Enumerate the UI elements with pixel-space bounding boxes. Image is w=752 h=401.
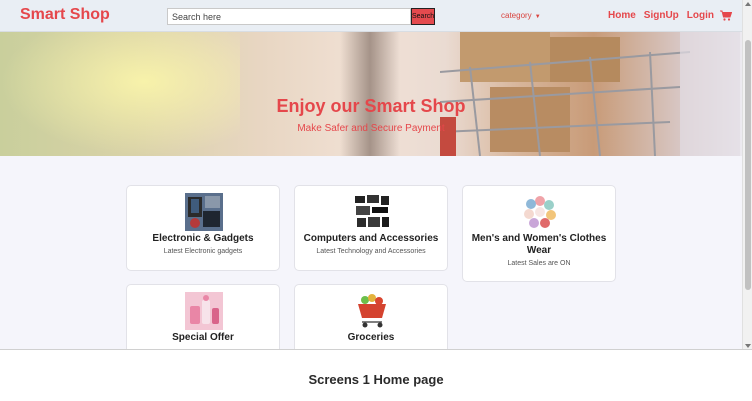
card-title: Men's and Women's Clothes Wear	[471, 233, 607, 256]
category-card-clothes[interactable]: Men's and Women's Clothes Wear Latest Sa…	[462, 185, 616, 282]
brand-logo[interactable]: Smart Shop	[20, 6, 110, 24]
category-dropdown[interactable]: category ▼	[501, 11, 541, 20]
category-card-special-offer[interactable]: Special Offer	[126, 284, 280, 349]
hero-title: Enjoy our Smart Shop	[276, 96, 466, 116]
navbar: Smart Shop Search category▼ Home SignUp Lo…	[0, 0, 742, 32]
hero-subtitle: Make Safer and Secure Payment	[297, 123, 445, 134]
clothes-image	[521, 193, 559, 231]
shopping-cart-photo	[440, 32, 740, 156]
search-button[interactable]: Search	[411, 8, 435, 25]
card-subtitle: Latest Technology and Accessories	[316, 248, 426, 255]
nav-home-link[interactable]: Home	[608, 10, 636, 21]
cart-icon[interactable]	[720, 10, 732, 21]
card-title: Special Offer	[172, 332, 234, 343]
computers-image	[353, 193, 391, 231]
category-label: category	[501, 11, 532, 20]
card-subtitle: Latest Sales are ON	[507, 260, 571, 267]
hero-shadow	[340, 32, 400, 156]
special-offer-image	[185, 292, 223, 330]
nav-login-link[interactable]: Login	[687, 10, 714, 21]
vertical-scrollbar[interactable]	[742, 0, 752, 349]
card-subtitle: Latest Electronic gadgets	[163, 248, 243, 255]
caret-down-icon: ▼	[534, 14, 541, 20]
card-title: Computers and Accessories	[303, 233, 439, 244]
electronics-image	[185, 193, 223, 231]
browser-viewport: Smart Shop Search category▼ Home SignUp Lo…	[0, 0, 752, 350]
category-card-computers[interactable]: Computers and Accessories Latest Technol…	[294, 185, 448, 271]
scrollbar-thumb[interactable]	[745, 40, 751, 290]
hero-light-glow	[0, 32, 240, 156]
screen-caption: Screens 1 Home page	[308, 372, 444, 387]
card-title: Groceries	[347, 332, 395, 343]
scroll-down-arrow-icon[interactable]	[745, 344, 751, 348]
nav-signup-link[interactable]: SignUp	[644, 10, 679, 21]
card-title: Electronic & Gadgets	[152, 233, 254, 244]
search-input[interactable]	[167, 8, 411, 25]
category-card-electronics[interactable]: Electronic & Gadgets Latest Electronic g…	[126, 185, 280, 271]
hero-banner: Enjoy our Smart Shop Make Safer and Secu…	[0, 32, 742, 156]
category-card-groceries[interactable]: Groceries	[294, 284, 448, 349]
nav-links: Home SignUp Login	[608, 10, 722, 21]
scroll-up-arrow-icon[interactable]	[745, 2, 751, 6]
grocery-cart-image	[353, 292, 391, 330]
